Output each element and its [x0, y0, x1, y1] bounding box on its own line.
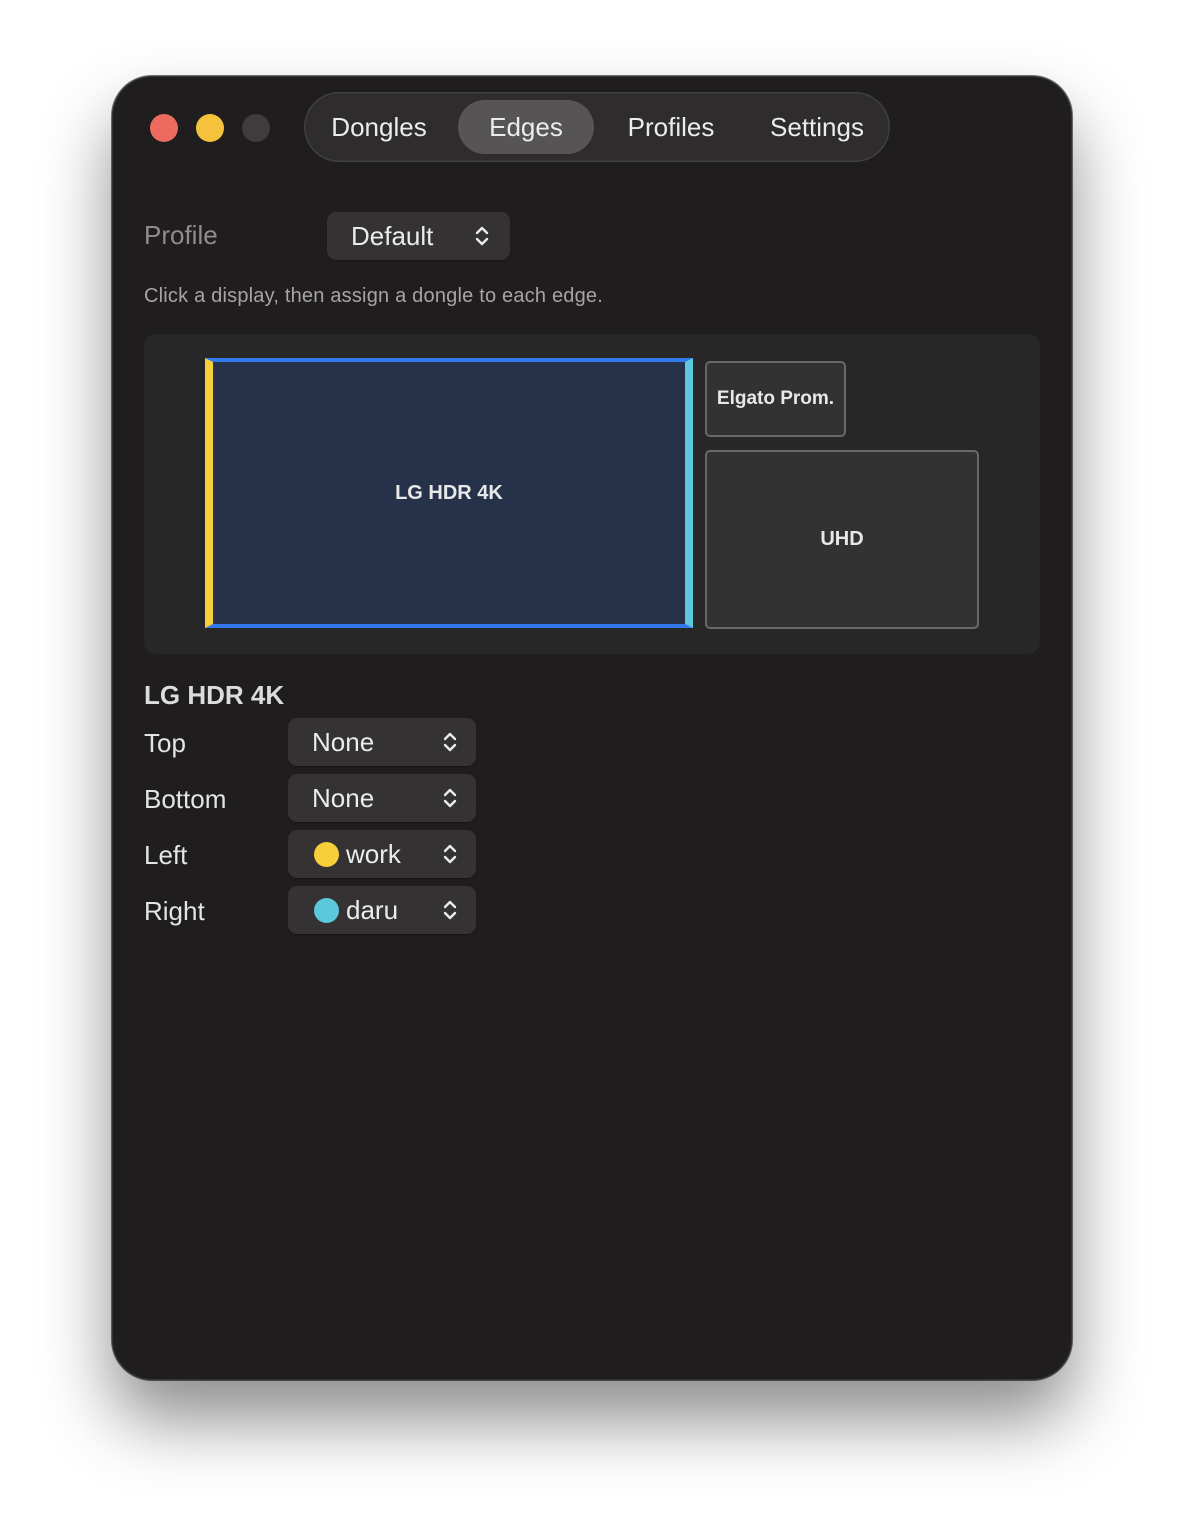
tab-settings[interactable]: Settings	[748, 100, 886, 154]
edge-label-right: Right	[144, 896, 205, 926]
edge-select-top[interactable]: None	[288, 718, 476, 766]
display-elgato-prom[interactable]: Elgato Prom.	[705, 361, 846, 437]
edge-select-right[interactable]: daru	[288, 886, 476, 934]
chevron-up-down-icon	[443, 900, 457, 920]
tab-dongles[interactable]: Dongles	[308, 100, 450, 154]
chevron-up-down-icon	[443, 732, 457, 752]
edge-select-value: None	[312, 727, 375, 757]
selected-display-title: LG HDR 4K	[144, 680, 285, 710]
tab-edges[interactable]: Edges	[458, 100, 594, 154]
chevron-up-down-icon	[443, 788, 457, 808]
display-label: UHD	[820, 528, 864, 550]
chevron-up-down-icon	[475, 226, 489, 246]
zoom-window-button[interactable]	[242, 114, 270, 142]
display-lg-hdr-4k[interactable]: LG HDR 4K	[205, 358, 693, 628]
dongle-color-swatch	[314, 898, 339, 923]
edge-select-value: daru	[346, 895, 399, 925]
minimize-window-button[interactable]	[196, 114, 224, 142]
profile-label: Profile	[144, 220, 218, 250]
dongle-color-swatch	[314, 842, 339, 867]
edge-label-left: Left	[144, 840, 188, 870]
edge-select-left[interactable]: work	[288, 830, 476, 878]
display-arrangement: LG HDR 4K Elgato Prom. UHD	[144, 334, 1040, 654]
edge-select-value: None	[312, 783, 375, 813]
app-window: Dongles Edges Profiles Settings Profile …	[112, 76, 1072, 1380]
edge-label-top: Top	[144, 728, 186, 758]
tab-bar: Dongles Edges Profiles Settings	[304, 92, 890, 162]
profile-select-value: Default	[351, 221, 434, 251]
edge-select-value: work	[346, 839, 401, 869]
display-label: LG HDR 4K	[395, 481, 503, 504]
chevron-up-down-icon	[443, 844, 457, 864]
tab-profiles[interactable]: Profiles	[600, 100, 742, 154]
display-label: Elgato Prom.	[716, 388, 835, 409]
edge-select-bottom[interactable]: None	[288, 774, 476, 822]
edge-label-bottom: Bottom	[144, 784, 227, 814]
close-window-button[interactable]	[150, 114, 178, 142]
display-uhd[interactable]: UHD	[705, 450, 979, 629]
instruction-text: Click a display, then assign a dongle to…	[144, 285, 604, 307]
profile-select[interactable]: Default	[327, 212, 510, 260]
